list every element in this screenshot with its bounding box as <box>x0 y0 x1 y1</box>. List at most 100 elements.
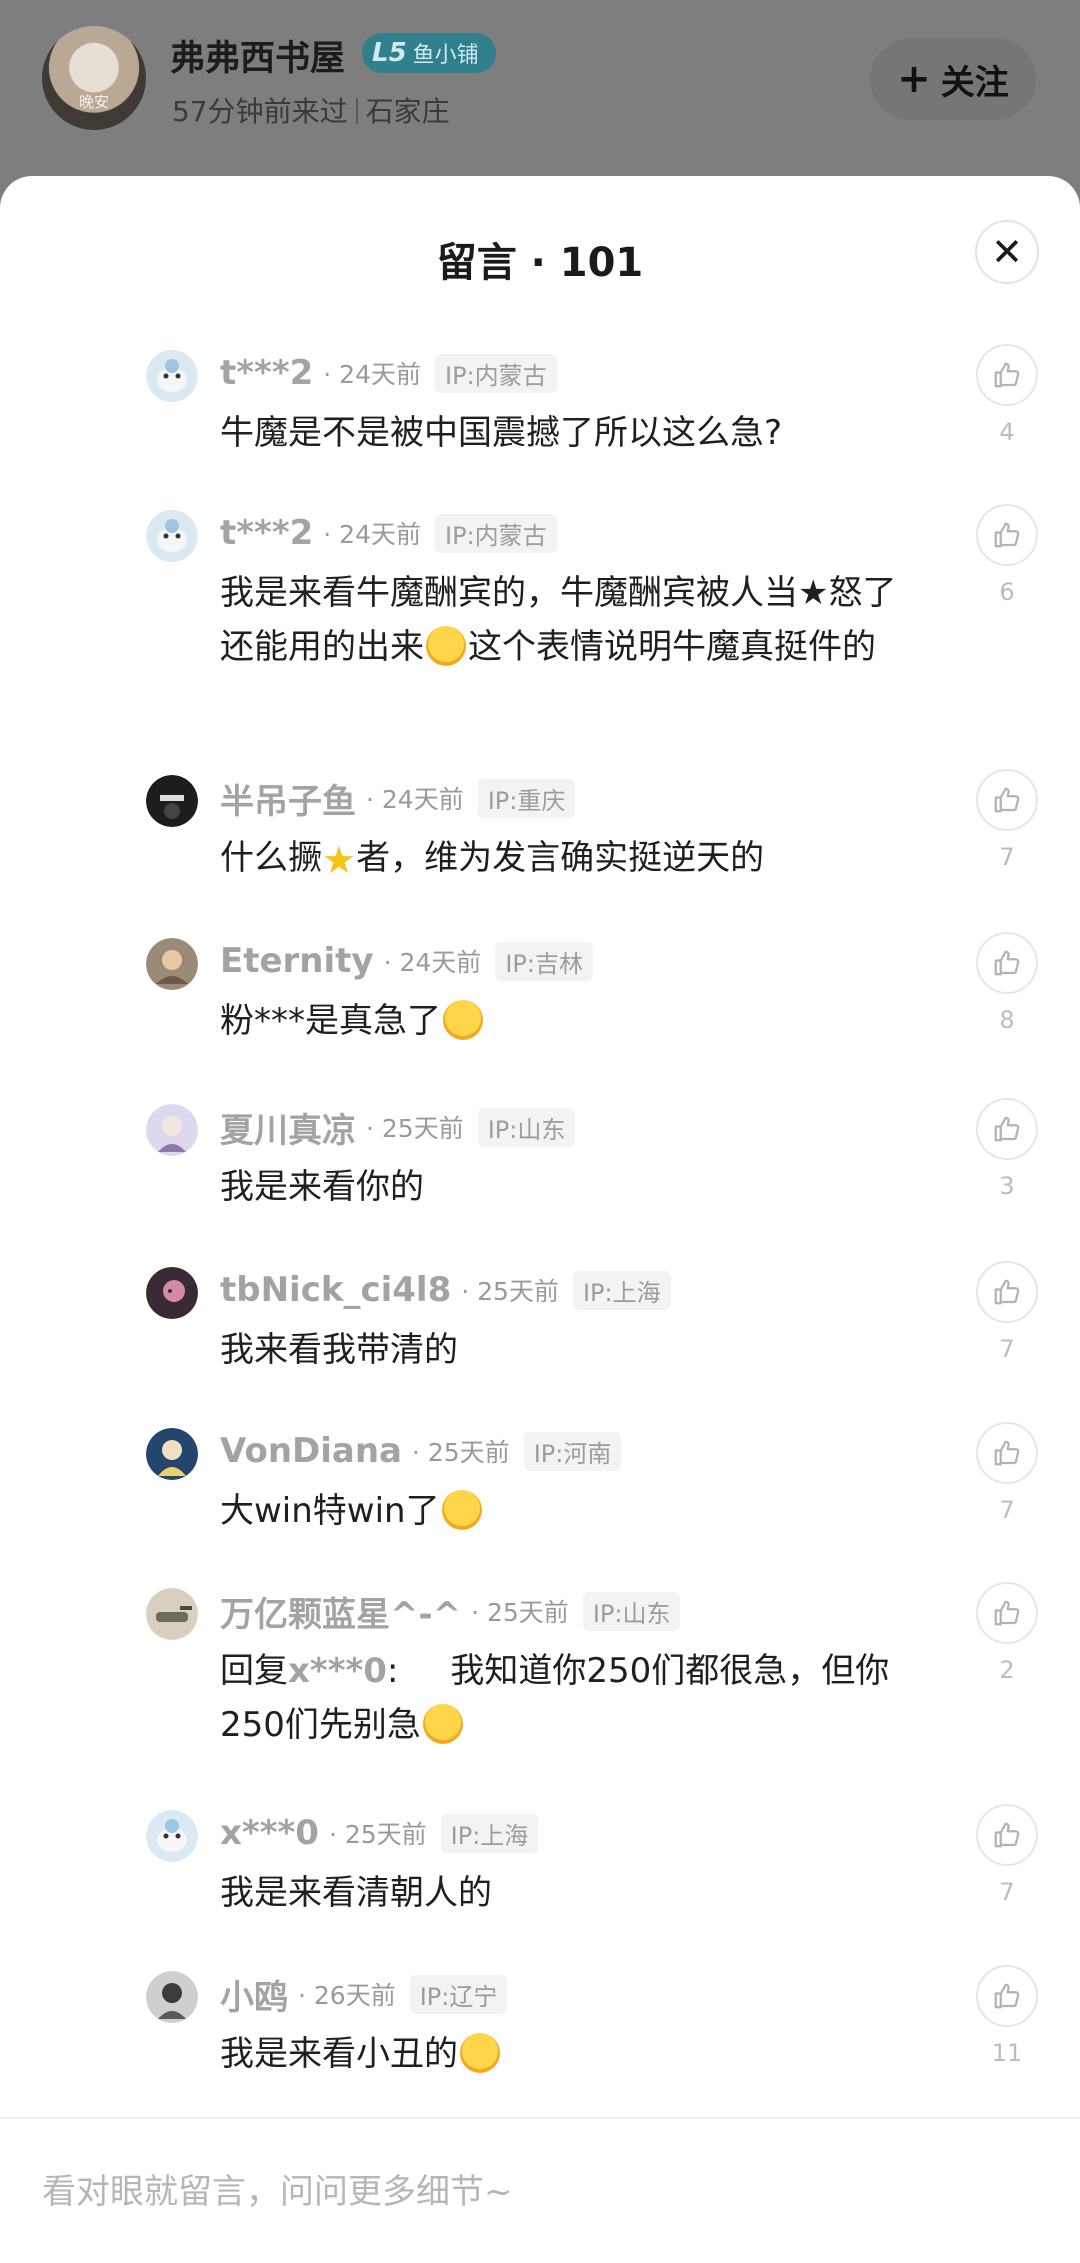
comment-username[interactable]: 万亿颗蓝星^-^ <box>220 1587 461 1636</box>
comment-ip: IP:上海 <box>572 1270 671 1310</box>
comment-text: 我是来看清朝人的 <box>220 1873 492 1913</box>
thumbs-up-icon <box>994 1279 1020 1305</box>
comment-username[interactable]: VonDiana <box>220 1431 402 1471</box>
comment-text-part: 者，维为发言确实挺逆天的 <box>356 838 765 878</box>
avatar-caption: 晚安 <box>78 93 109 111</box>
user-avatar[interactable] <box>146 775 198 827</box>
thumbs-up-icon <box>994 787 1020 813</box>
comment-username[interactable]: 夏川真凉 <box>220 1103 356 1152</box>
like-button[interactable] <box>976 932 1038 994</box>
user-avatar[interactable] <box>146 510 198 562</box>
shop-subtitle: 57分钟前来过 石家庄 <box>172 90 450 130</box>
comment-text: 粉***是真急了 <box>220 994 930 1048</box>
comment-username[interactable]: 小鸥 <box>220 1970 288 2019</box>
comment-time: · 25天前 <box>328 1820 427 1849</box>
thumbs-up-icon <box>994 1116 1020 1142</box>
follow-button[interactable]: + 关注 <box>870 38 1036 120</box>
thumbs-up-icon <box>994 362 1020 388</box>
comment-meta: Eternity · 24天前 IP:吉林 <box>220 936 593 986</box>
comment-meta: t***2 · 24天前 IP:内蒙古 <box>220 508 557 558</box>
comment-username[interactable]: t***2 <box>220 353 313 393</box>
laughing-emoji-icon <box>426 626 466 666</box>
close-icon: ✕ <box>991 230 1023 274</box>
comment-text-part: 粉***是真急了 <box>220 1001 441 1041</box>
like-count: 6 <box>999 578 1015 606</box>
comment-input[interactable]: 看对眼就留言，问问更多细节~ <box>42 2164 942 2213</box>
thumbs-up-icon <box>994 950 1020 976</box>
like-button[interactable] <box>976 1582 1038 1644</box>
comment-meta: tbNick_ci4l8 · 25天前 IP:上海 <box>220 1265 671 1315</box>
comment-meta: 小鸥 · 26天前 IP:辽宁 <box>220 1969 508 2019</box>
comment-time: · 24天前 <box>383 948 482 977</box>
like-count: 7 <box>999 1335 1015 1363</box>
like-button[interactable] <box>976 1261 1038 1323</box>
comment-username[interactable]: x***0 <box>220 1813 319 1853</box>
comment-ip: IP:内蒙古 <box>434 353 557 393</box>
comment-ip: IP:辽宁 <box>409 1974 508 2014</box>
user-avatar[interactable] <box>146 1428 198 1480</box>
comment-text: 我来看我带清的 <box>220 1330 458 1370</box>
like-button[interactable] <box>976 1804 1038 1866</box>
like-count: 3 <box>999 1172 1015 1200</box>
rofl-emoji-icon <box>443 1000 483 1040</box>
user-avatar[interactable] <box>146 350 198 402</box>
thumbs-up-icon <box>994 1440 1020 1466</box>
comment-text: 回复x***0: 我知道你250们都很急，但你250们先别急 <box>220 1644 930 1752</box>
level-label: 鱼小铺 <box>412 43 479 68</box>
like-button[interactable] <box>976 1098 1038 1160</box>
divider <box>355 98 358 124</box>
comment-ip: IP:吉林 <box>495 941 593 981</box>
rofl-emoji-icon <box>460 2033 500 2073</box>
comment-text-part: 我是来看小丑的 <box>220 2034 458 2074</box>
like-button[interactable] <box>976 344 1038 406</box>
comment-text: 牛魔是不是被中国震撼了所以这么急? <box>220 413 783 453</box>
comment-meta: 半吊子鱼 · 24天前 IP:重庆 <box>220 773 576 823</box>
like-button[interactable] <box>976 504 1038 566</box>
user-avatar[interactable] <box>146 1810 198 1862</box>
user-avatar[interactable] <box>146 938 198 990</box>
comment-meta: 夏川真凉 · 25天前 IP:山东 <box>220 1102 576 1152</box>
user-avatar[interactable] <box>146 1588 198 1640</box>
level-value: L5 <box>372 38 407 68</box>
like-button[interactable] <box>976 1965 1038 2027</box>
like-count: 2 <box>999 1656 1015 1684</box>
follow-label: 关注 <box>940 62 1009 103</box>
comment-username[interactable]: Eternity <box>220 941 374 981</box>
reply-colon: : <box>386 1651 399 1691</box>
comment-time: · 26天前 <box>298 1981 396 2010</box>
comment-ip: IP:上海 <box>440 1813 539 1853</box>
reply-prefix: 回复 <box>220 1651 288 1691</box>
close-button[interactable]: ✕ <box>975 220 1039 284</box>
shop-location: 石家庄 <box>365 95 450 128</box>
like-count: 7 <box>999 843 1015 871</box>
comment-ip: IP:河南 <box>523 1431 622 1471</box>
comment-text: 我是来看小丑的 <box>220 2027 930 2081</box>
comment-username[interactable]: tbNick_ci4l8 <box>220 1270 451 1310</box>
comment-text: 大win特win了 <box>220 1484 930 1538</box>
seller-header: 晚安 弗弗西书屋 L5 鱼小铺 57分钟前来过 石家庄 + 关注 <box>0 0 1080 200</box>
divider <box>0 2117 1080 2119</box>
visit-time: 57分钟前来过 <box>172 95 348 128</box>
shop-avatar[interactable]: 晚安 <box>42 26 146 130</box>
like-count: 8 <box>999 1006 1015 1034</box>
like-button[interactable] <box>976 769 1038 831</box>
comment-meta: VonDiana · 25天前 IP:河南 <box>220 1426 622 1476</box>
comment-username[interactable]: 半吊子鱼 <box>220 774 356 823</box>
comment-time: · 24天前 <box>323 520 421 549</box>
user-avatar[interactable] <box>146 1971 198 2023</box>
comment-username[interactable]: t***2 <box>220 513 313 553</box>
like-button[interactable] <box>976 1422 1038 1484</box>
comment-meta: t***2 · 24天前 IP:内蒙古 <box>220 348 557 398</box>
user-avatar[interactable] <box>146 1267 198 1319</box>
comment-text: 什么撅★者，维为发言确实挺逆天的 <box>220 831 930 887</box>
star-emoji-icon: ★ <box>322 838 357 882</box>
level-badge: L5 鱼小铺 <box>362 33 496 73</box>
comment-text-part: 这个表情说明牛魔真挺件的 <box>468 627 876 667</box>
comment-text: 我是来看你的 <box>220 1167 424 1207</box>
like-count: 4 <box>999 418 1015 446</box>
comment-ip: IP:山东 <box>477 1107 576 1147</box>
user-avatar[interactable] <box>146 1104 198 1156</box>
shop-name[interactable]: 弗弗西书屋 <box>170 30 345 81</box>
reply-target-user[interactable]: x***0 <box>288 1651 387 1691</box>
comment-time: · 24天前 <box>323 360 421 389</box>
